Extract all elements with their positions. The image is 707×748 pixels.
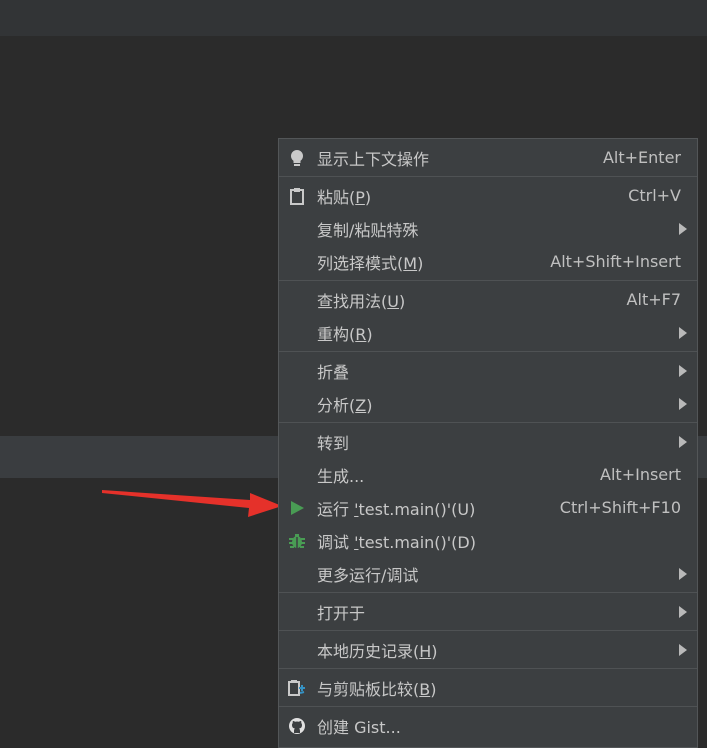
menu-item-label: 复制/粘贴特殊 xyxy=(317,220,419,240)
menu-item-mnemonic: M xyxy=(403,253,418,273)
menu-item-label-part: 调试 xyxy=(317,532,355,552)
menu-item-label-part: ) xyxy=(431,641,438,661)
menu-item-label: 调试 'test.main()'(D) xyxy=(317,529,476,553)
menu-group-5: 转到生成... Alt+Insert 运行 'test.main()'(U) Ctrl… xyxy=(279,423,697,593)
menu-item-9-1[interactable]: 创建 Gist... xyxy=(279,709,697,742)
menu-item-label-part: test.main()'(D) xyxy=(358,532,476,552)
submenu-arrow-icon xyxy=(679,643,687,656)
menu-item-label-part: ) xyxy=(417,253,424,273)
menu-item-shortcut: Alt+Enter xyxy=(602,148,681,167)
context-menu: 显示上下文操作 Alt+Enter 粘贴(P) Ctrl+V 复制/粘贴特殊 列选择模式(… xyxy=(278,138,698,748)
menu-group-3: 查找用法(U) Alt+F7 重构(R) xyxy=(279,281,697,352)
menu-item-shortcut: Alt+Shift+Insert xyxy=(550,252,681,271)
menu-item-label: 创建 Gist... xyxy=(317,717,401,737)
menu-group-4: 折叠分析(Z) xyxy=(279,352,697,423)
submenu-arrow-icon xyxy=(679,567,687,580)
menu-item-5-4[interactable]: 调试 'test.main()'(D) xyxy=(279,524,697,557)
menu-item-label: 转到 xyxy=(317,433,350,453)
menu-group-8: 与剪贴板比较(B) xyxy=(279,669,697,707)
menu-item-label-part: 运行 xyxy=(317,499,355,519)
menu-item-label-part: 重构( xyxy=(317,324,356,344)
menu-item-mnemonic: Z xyxy=(355,395,367,415)
submenu-arrow-icon xyxy=(679,222,687,235)
menu-group-9: 创建 Gist... xyxy=(279,707,697,744)
compare-clipboard-icon xyxy=(288,679,306,697)
menu-group-7: 本地历史记录(H) xyxy=(279,631,697,669)
menu-item-label-part: 分析( xyxy=(317,395,356,415)
menu-item-2-2[interactable]: 复制/粘贴特殊 xyxy=(279,212,697,245)
submenu-arrow-icon xyxy=(679,364,687,377)
menu-item-4-1[interactable]: 折叠 xyxy=(279,354,697,387)
menu-item-shortcut: Ctrl+Shift+F10 xyxy=(559,498,681,517)
menu-item-mnemonic: U xyxy=(387,291,399,311)
submenu-arrow-icon xyxy=(679,605,687,618)
menu-item-label: 运行 'test.main()'(U) xyxy=(317,496,475,520)
menu-item-3-2[interactable]: 重构(R) xyxy=(279,316,697,349)
menu-item-7-1[interactable]: 本地历史记录(H) xyxy=(279,633,697,666)
menu-item-label-part: ) xyxy=(398,291,406,311)
red-arrow-annotation xyxy=(102,490,282,517)
menu-item-label-part: ) xyxy=(366,395,373,415)
menu-item-2-3[interactable]: 列选择模式(M) Alt+Shift+Insert xyxy=(279,245,697,278)
menu-item-label: 生成... xyxy=(317,466,365,486)
clipboard-icon xyxy=(288,187,306,205)
menu-item-label-part: 列选择模式( xyxy=(317,253,404,273)
debug-icon xyxy=(288,532,306,550)
menu-item-5-5[interactable]: 更多运行/调试 xyxy=(279,557,697,590)
menu-item-1-1[interactable]: 显示上下文操作 Alt+Enter xyxy=(279,141,697,174)
menu-group-1: 显示上下文操作 Alt+Enter xyxy=(279,139,697,177)
menu-item-label: 更多运行/调试 xyxy=(317,565,419,585)
menu-item-shortcut: Alt+F7 xyxy=(626,290,681,309)
menu-item-label-part: ) xyxy=(430,679,437,699)
submenu-arrow-icon xyxy=(679,326,687,339)
menu-item-label: 列选择模式(M) xyxy=(317,250,423,274)
menu-item-8-1[interactable]: 与剪贴板比较(B) xyxy=(279,671,697,704)
menu-item-label: 打开于 xyxy=(317,603,366,623)
menu-item-label: 折叠 xyxy=(317,362,350,382)
github-icon xyxy=(288,717,306,735)
menu-group-6: 打开于 xyxy=(279,593,697,631)
menu-item-label-part: 粘贴( xyxy=(317,187,356,207)
menu-item-5-3[interactable]: 运行 'test.main()'(U) Ctrl+Shift+F10 xyxy=(279,491,697,524)
menu-item-label-part: ) xyxy=(366,324,373,344)
editor-top-bar xyxy=(0,0,707,36)
menu-item-label: 粘贴(P) xyxy=(317,184,371,208)
menu-item-mnemonic: R xyxy=(355,324,367,344)
menu-item-3-1[interactable]: 查找用法(U) Alt+F7 xyxy=(279,283,697,316)
menu-item-label: 重构(R) xyxy=(317,321,373,345)
menu-item-label: 与剪贴板比较(B) xyxy=(317,676,436,700)
submenu-arrow-icon xyxy=(679,435,687,448)
lightbulb-icon xyxy=(288,149,306,167)
menu-item-5-2[interactable]: 生成... Alt+Insert xyxy=(279,458,697,491)
menu-item-shortcut: Alt+Insert xyxy=(600,465,681,484)
menu-item-label-part: 查找用法( xyxy=(317,291,388,311)
menu-item-label-part: 本地历史记录( xyxy=(317,641,420,661)
menu-item-2-1[interactable]: 粘贴(P) Ctrl+V xyxy=(279,179,697,212)
menu-item-mnemonic: H xyxy=(419,641,432,661)
menu-item-label: 显示上下文操作 xyxy=(317,149,430,169)
menu-item-label-part: ) xyxy=(364,187,372,207)
menu-item-5-1[interactable]: 转到 xyxy=(279,425,697,458)
menu-group-2: 粘贴(P) Ctrl+V 复制/粘贴特殊 列选择模式(M) Alt+Shift+Inse… xyxy=(279,177,697,281)
menu-item-label-part: test.main()'(U) xyxy=(358,499,476,519)
menu-item-label: 本地历史记录(H) xyxy=(317,638,438,662)
submenu-arrow-icon xyxy=(679,397,687,410)
menu-item-label: 分析(Z) xyxy=(317,392,372,416)
menu-item-4-2[interactable]: 分析(Z) xyxy=(279,387,697,420)
menu-item-label-part: 与剪贴板比较( xyxy=(317,679,420,699)
menu-item-shortcut: Ctrl+V xyxy=(628,186,681,205)
menu-item-mnemonic: P xyxy=(355,187,365,207)
menu-item-6-1[interactable]: 打开于 xyxy=(279,595,697,628)
menu-item-label: 查找用法(U) xyxy=(317,288,405,312)
run-icon xyxy=(288,499,306,517)
menu-item-mnemonic: B xyxy=(419,679,431,699)
